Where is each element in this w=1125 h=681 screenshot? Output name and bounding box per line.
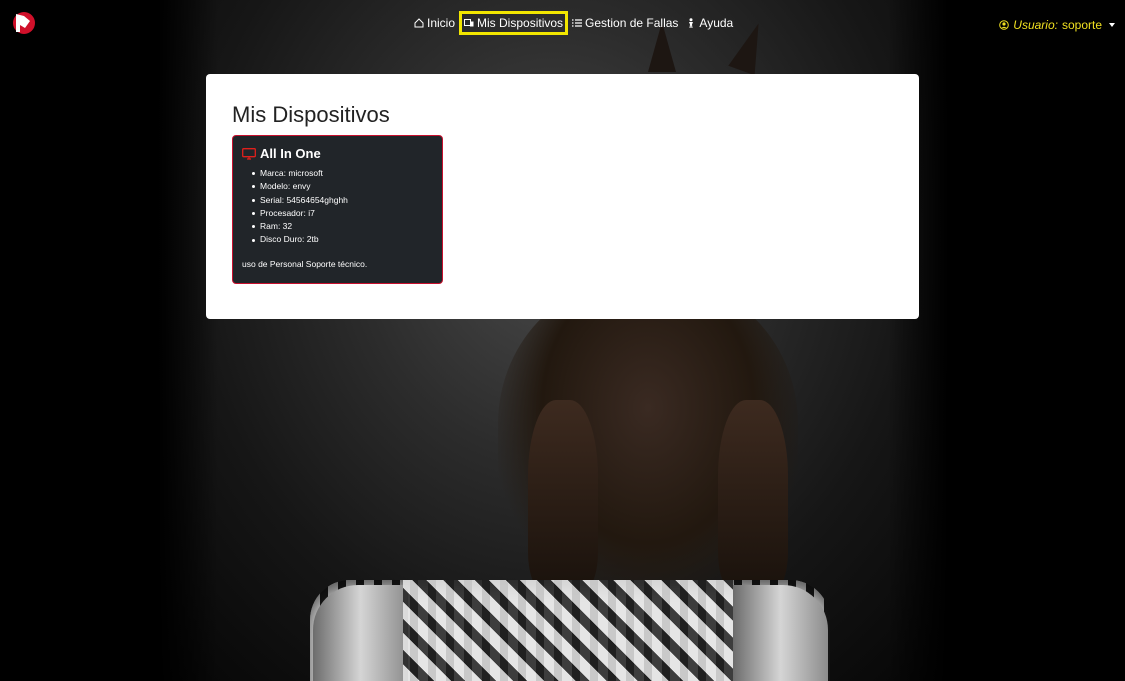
spec-item: Ram: 32 <box>252 220 433 233</box>
spec-item: Modelo: envy <box>252 180 433 193</box>
logo[interactable] <box>12 11 36 35</box>
monitor-icon <box>242 147 256 160</box>
device-description: uso de Personal Soporte técnico. <box>242 258 368 269</box>
tire-tread <box>403 580 733 681</box>
device-card[interactable]: All In One Marca: microsoft Modelo: envy… <box>232 135 443 284</box>
device-specs: Marca: microsoft Modelo: envy Serial: 54… <box>252 167 433 247</box>
tire-side-right <box>733 585 828 681</box>
user-prefix: Usuario: <box>1013 18 1058 32</box>
dog-leg-left <box>528 400 598 590</box>
spec-item: Marca: microsoft <box>252 167 433 180</box>
chevron-down-icon <box>1109 23 1115 27</box>
tire-side-left <box>313 585 408 681</box>
user-circle-icon <box>999 20 1010 30</box>
home-icon <box>414 18 424 28</box>
nav-ayuda-label: Ayuda <box>699 16 734 30</box>
nav-ayuda[interactable]: Ayuda <box>682 12 737 34</box>
spec-item: Procesador: i7 <box>252 207 433 220</box>
nav-links: Inicio Mis Dispositivos Gestion de Falla… <box>410 11 737 35</box>
device-name: All In One <box>260 146 321 161</box>
nav-gestion-fallas-label: Gestion de Fallas <box>585 16 679 30</box>
nav-mis-dispositivos[interactable]: Mis Dispositivos <box>459 11 569 35</box>
nav-mis-dispositivos-label: Mis Dispositivos <box>477 16 564 30</box>
user-name: soporte <box>1061 18 1102 32</box>
list-icon <box>572 19 583 27</box>
nav-gestion-fallas[interactable]: Gestion de Fallas <box>568 12 682 34</box>
person-icon <box>689 18 694 28</box>
nav-inicio-label: Inicio <box>427 16 456 30</box>
user-menu[interactable]: Usuario: soporte <box>999 18 1115 32</box>
page-title: Mis Dispositivos <box>232 102 390 127</box>
navbar: Inicio Mis Dispositivos Gestion de Falla… <box>0 0 1125 46</box>
spec-item: Serial: 54564654ghghh <box>252 194 433 207</box>
dog-leg-right <box>718 400 788 590</box>
spec-item: Disco Duro: 2tb <box>252 233 433 246</box>
main-panel: Mis Dispositivos All In One Marca: micro… <box>206 74 919 319</box>
device-title: All In One <box>242 146 433 161</box>
devices-icon <box>464 19 474 27</box>
nav-inicio[interactable]: Inicio <box>410 12 459 34</box>
